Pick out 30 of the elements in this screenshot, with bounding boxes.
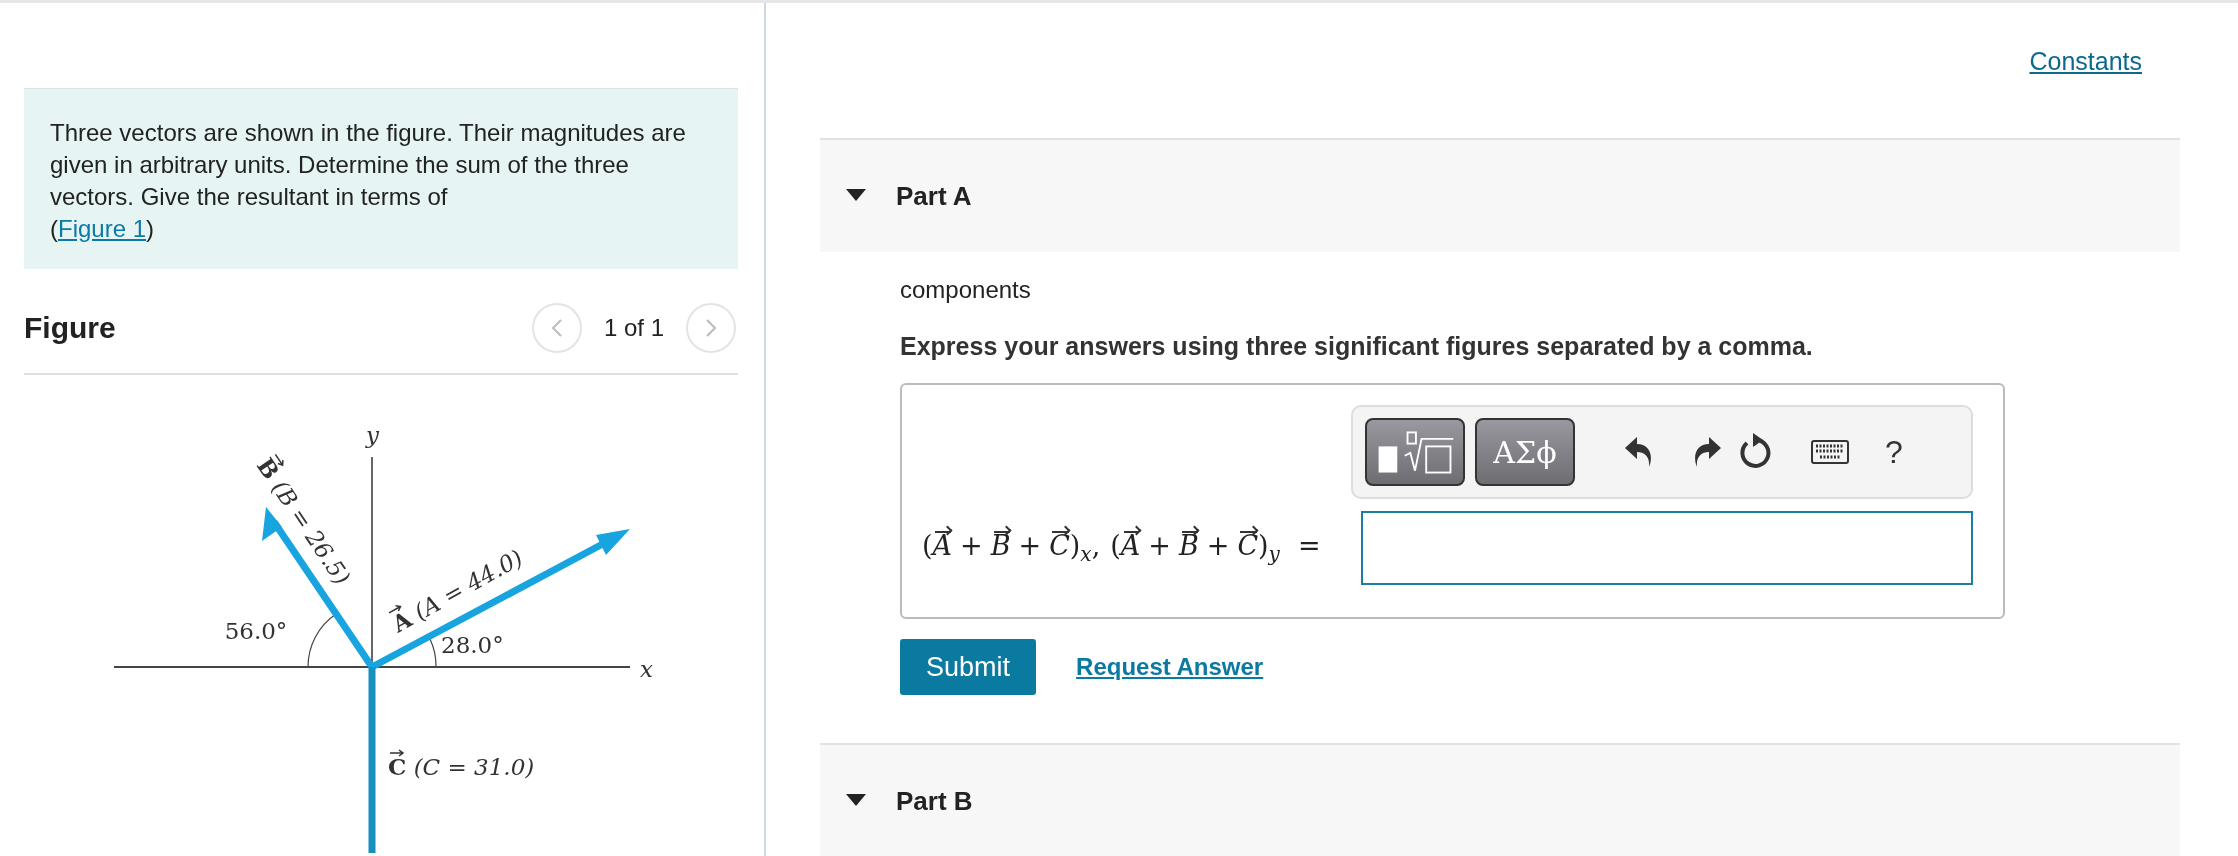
keyboard-icon[interactable] [1811,440,1849,464]
figure-link[interactable]: Figure 1 [58,215,147,242]
part-header[interactable]: Part B [820,743,2180,856]
axis-label: x [640,656,653,682]
axis-label: y [366,422,379,448]
intro-text: components [900,276,1032,304]
angle-arc [307,613,337,668]
submit-button[interactable]: Submit [900,639,1037,695]
caret-icon [846,794,866,808]
paren: ( [50,215,58,242]
caret-icon [846,189,866,203]
request-answer-link[interactable]: Request Answer [1076,653,1264,681]
symbols-button[interactable]: ΑΣϕ [1475,418,1575,486]
vector-label: C (C = 31.0) [388,749,535,780]
help-button[interactable]: ? [1885,433,1903,471]
templates-button[interactable] [1365,418,1465,486]
page-indicator: 1 of 1 [603,314,664,342]
angle-label: 56.0° [224,618,288,644]
chevron-right-icon [704,318,718,338]
angle-arc [429,638,437,668]
paren: ) [146,215,155,242]
part-header[interactable]: Part A [820,138,2180,252]
reset-icon[interactable] [1737,433,1771,471]
instruction-text: Express your answers using three significant figures separated by a comma. [900,332,1814,361]
problem-text: Three vectors are shown in the figure. Their magnitudes are given in arbitrary units. Determine the sum of the three vectors. Give the resultant in terms of [50,118,687,212]
chevron-left-icon [549,318,564,338]
figure-title: Figure [24,311,116,345]
constants-link[interactable]: Constants [2029,47,2142,76]
answer-field[interactable] [1361,511,1973,585]
angle-label: 28.0° [441,632,504,658]
